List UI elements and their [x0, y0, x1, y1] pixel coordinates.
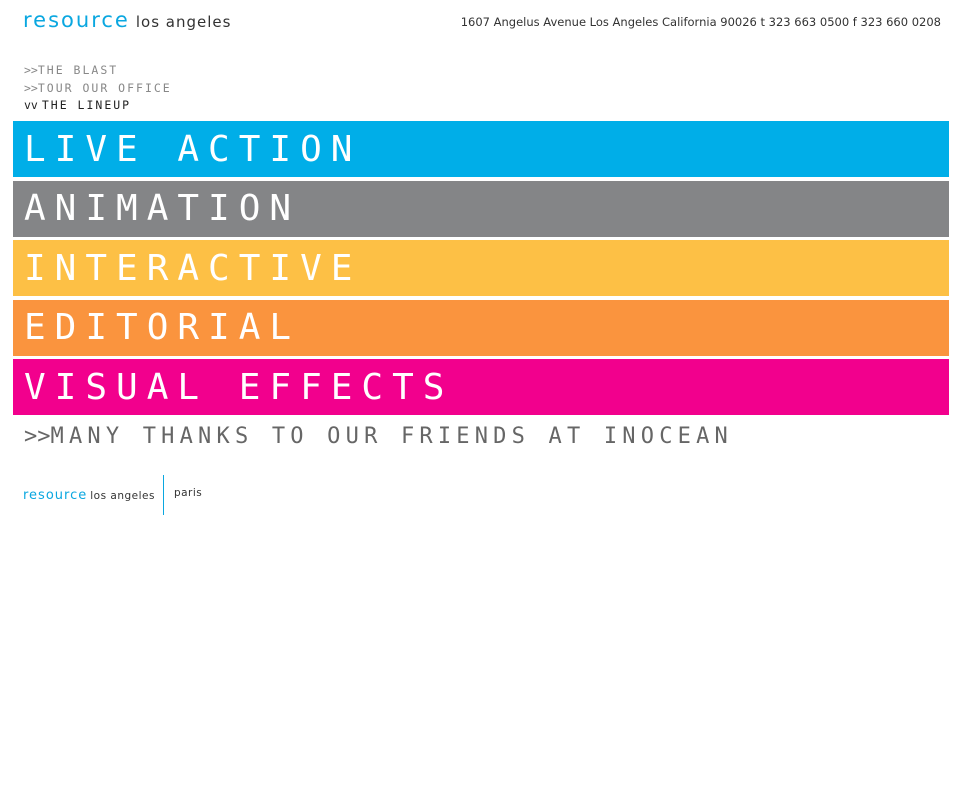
- nav-item-label: TOUR OUR OFFICE: [37, 80, 172, 95]
- lineup-item-live-action[interactable]: LIVE ACTION: [13, 121, 949, 177]
- contact-address: 1607 Angelus Avenue Los Angeles Californ…: [460, 15, 941, 29]
- lineup-item-label: ANIMATION: [24, 188, 301, 229]
- logo-city: los angeles: [135, 13, 232, 31]
- double-arrow-right-icon: >>: [24, 63, 38, 77]
- nav-item-the-lineup[interactable]: vv THE LINEUP: [24, 97, 172, 115]
- double-chevron-down-icon: vv: [24, 98, 38, 112]
- footer: resource los angeles paris: [23, 475, 202, 515]
- footer-link-paris[interactable]: paris: [174, 475, 202, 499]
- footer-logo-city: los angeles: [90, 490, 155, 502]
- footer-logo-brand: resource: [23, 488, 88, 503]
- lineup-item-label: EDITORIAL: [24, 307, 301, 348]
- site-logo[interactable]: resource los angeles: [23, 8, 231, 32]
- footer-divider: [162, 475, 164, 515]
- footer-logo[interactable]: resource los angeles: [23, 475, 155, 503]
- nav-item-the-blast[interactable]: >>THE BLAST: [24, 62, 172, 80]
- lineup-menu: LIVE ACTION ANIMATION INTERACTIVE EDITOR…: [13, 121, 949, 419]
- double-arrow-right-icon: >>: [24, 80, 38, 95]
- double-arrow-right-icon: >>: [24, 424, 51, 449]
- lineup-item-animation[interactable]: ANIMATION: [13, 180, 949, 237]
- nav-item-label: THE BLAST: [37, 63, 119, 77]
- lineup-item-label: LIVE ACTION: [24, 128, 362, 170]
- thanks-text: MANY THANKS TO OUR FRIENDS AT INOCEAN: [50, 424, 733, 449]
- nav-item-label: THE LINEUP: [41, 98, 132, 112]
- thanks-inocean-link[interactable]: >>MANY THANKS TO OUR FRIENDS AT INOCEAN: [24, 424, 733, 449]
- lineup-item-editorial[interactable]: EDITORIAL: [13, 299, 949, 356]
- sub-navigation: >>THE BLAST >>TOUR OUR OFFICE vv THE LINE…: [24, 62, 172, 115]
- nav-item-tour-our-office[interactable]: >>TOUR OUR OFFICE: [24, 80, 172, 98]
- lineup-item-interactive[interactable]: INTERACTIVE: [13, 240, 949, 296]
- logo-brand: resource: [23, 8, 130, 32]
- lineup-item-visual-effects[interactable]: VISUAL EFFECTS: [13, 359, 949, 415]
- lineup-item-label: VISUAL EFFECTS: [24, 366, 454, 408]
- lineup-item-label: INTERACTIVE: [24, 247, 362, 289]
